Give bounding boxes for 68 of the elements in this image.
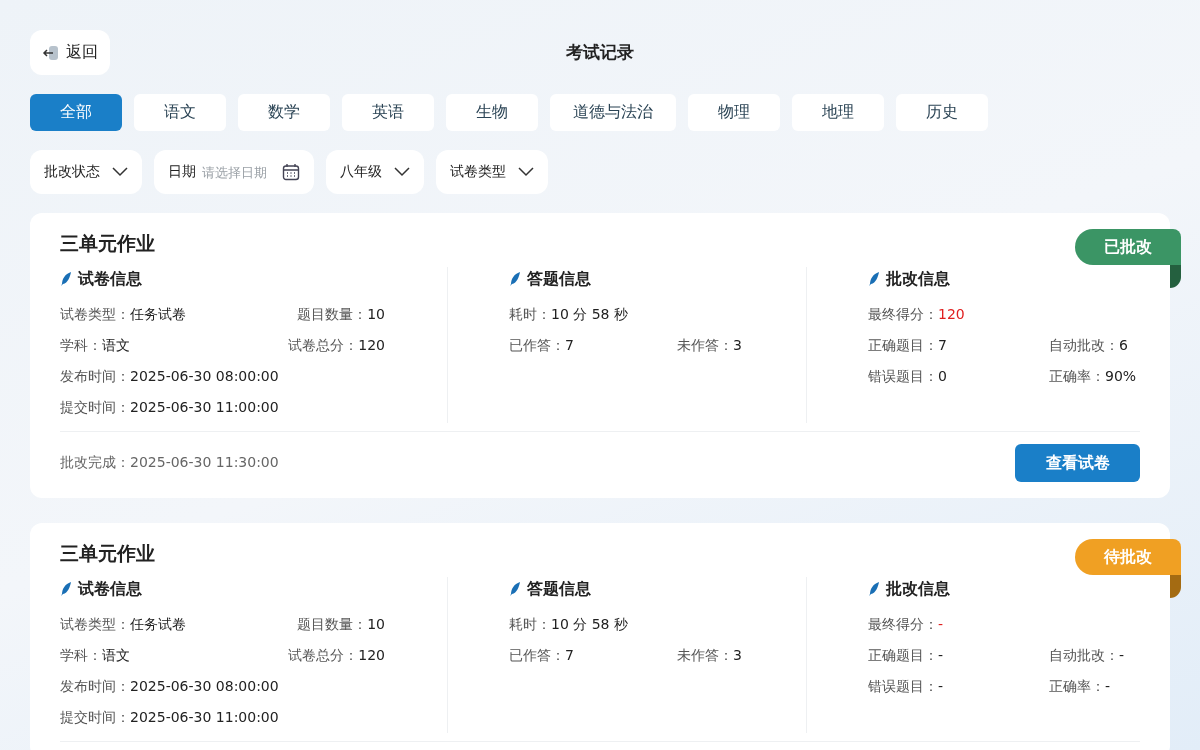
feather-icon — [509, 271, 521, 287]
subject-tab[interactable]: 地理 — [792, 94, 884, 131]
view-paper-button[interactable]: 查看试卷 — [1015, 444, 1140, 482]
info-field: 自动批改：- — [1049, 646, 1140, 665]
subject-tab[interactable]: 数学 — [238, 94, 330, 131]
date-label: 日期 — [168, 163, 196, 181]
feather-icon — [509, 581, 521, 597]
subject-tab[interactable]: 道德与法治 — [550, 94, 676, 131]
info-field: 自动批改：6 — [1049, 336, 1140, 355]
info-field: 提交时间：2025-06-30 11:00:00 — [60, 708, 385, 727]
status-ribbon: 待批改 — [1075, 539, 1181, 598]
feather-icon — [60, 581, 72, 597]
filter-dropdown[interactable]: 八年级 — [326, 150, 424, 194]
info-field: 试卷类型：任务试卷 — [60, 615, 298, 634]
info-field: 错误题目：- — [868, 677, 1049, 696]
page-title: 考试记录 — [566, 41, 634, 64]
info-field: 错误题目：0 — [868, 367, 1049, 386]
info-field: 未作答：3 — [677, 336, 806, 355]
info-field: 耗时：10 分 58 秒 — [509, 615, 677, 634]
subject-tab[interactable]: 语文 — [134, 94, 226, 131]
calendar-icon — [282, 163, 300, 181]
info-field: 发布时间：2025-06-30 08:00:00 — [60, 367, 385, 386]
record-title: 三单元作业 — [60, 231, 155, 256]
info-field: 发布时间：2025-06-30 08:00:00 — [60, 677, 385, 696]
info-field: 正确率：90% — [1049, 367, 1140, 386]
subject-tab[interactable]: 英语 — [342, 94, 434, 131]
section-heading: 试卷信息 — [78, 268, 142, 290]
chevron-down-icon — [518, 167, 534, 177]
section-heading: 答题信息 — [527, 268, 591, 290]
info-field: 已作答：7 — [509, 646, 677, 665]
feather-icon — [60, 271, 72, 287]
graded-time: 批改完成：2025-06-30 11:30:00 — [60, 454, 279, 472]
info-field: 试卷总分：120 — [288, 336, 385, 355]
filter-dropdown[interactable]: 批改状态 — [30, 150, 142, 194]
info-field: 试卷总分：120 — [288, 646, 385, 665]
date-filter[interactable]: 日期 请选择日期 — [154, 150, 314, 194]
record-title: 三单元作业 — [60, 541, 155, 566]
info-field: 已作答：7 — [509, 336, 677, 355]
info-field: 最终得分：120 — [868, 305, 1049, 324]
section-heading: 试卷信息 — [78, 578, 142, 600]
section-heading: 批改信息 — [886, 268, 950, 290]
chevron-down-icon — [394, 167, 410, 177]
subject-tab[interactable]: 物理 — [688, 94, 780, 131]
info-field: 未作答：3 — [677, 646, 806, 665]
info-field: 最终得分：- — [868, 615, 1049, 634]
subject-tab[interactable]: 全部 — [30, 94, 122, 131]
date-input[interactable]: 请选择日期 — [202, 164, 276, 180]
info-field: 正确题目：- — [868, 646, 1049, 665]
info-field: 正确率：- — [1049, 677, 1140, 696]
subject-tab[interactable]: 生物 — [446, 94, 538, 131]
feather-icon — [868, 271, 880, 287]
section-heading: 答题信息 — [527, 578, 591, 600]
section-heading: 批改信息 — [886, 578, 950, 600]
info-field: 耗时：10 分 58 秒 — [509, 305, 677, 324]
info-field: 正确题目：7 — [868, 336, 1049, 355]
info-field: 题目数量：10 — [297, 305, 385, 324]
info-field: 试卷类型：任务试卷 — [60, 305, 298, 324]
info-field: 题目数量：10 — [297, 615, 385, 634]
back-button[interactable]: 返回 — [30, 30, 110, 75]
feather-icon — [868, 581, 880, 597]
chevron-down-icon — [112, 167, 128, 177]
back-icon — [42, 43, 60, 62]
info-field: 学科：语文 — [60, 646, 289, 665]
filter-dropdown[interactable]: 试卷类型 — [436, 150, 548, 194]
subject-tab[interactable]: 历史 — [896, 94, 988, 131]
info-field: 学科：语文 — [60, 336, 289, 355]
status-ribbon: 已批改 — [1075, 229, 1181, 288]
info-field: 提交时间：2025-06-30 11:00:00 — [60, 398, 385, 417]
